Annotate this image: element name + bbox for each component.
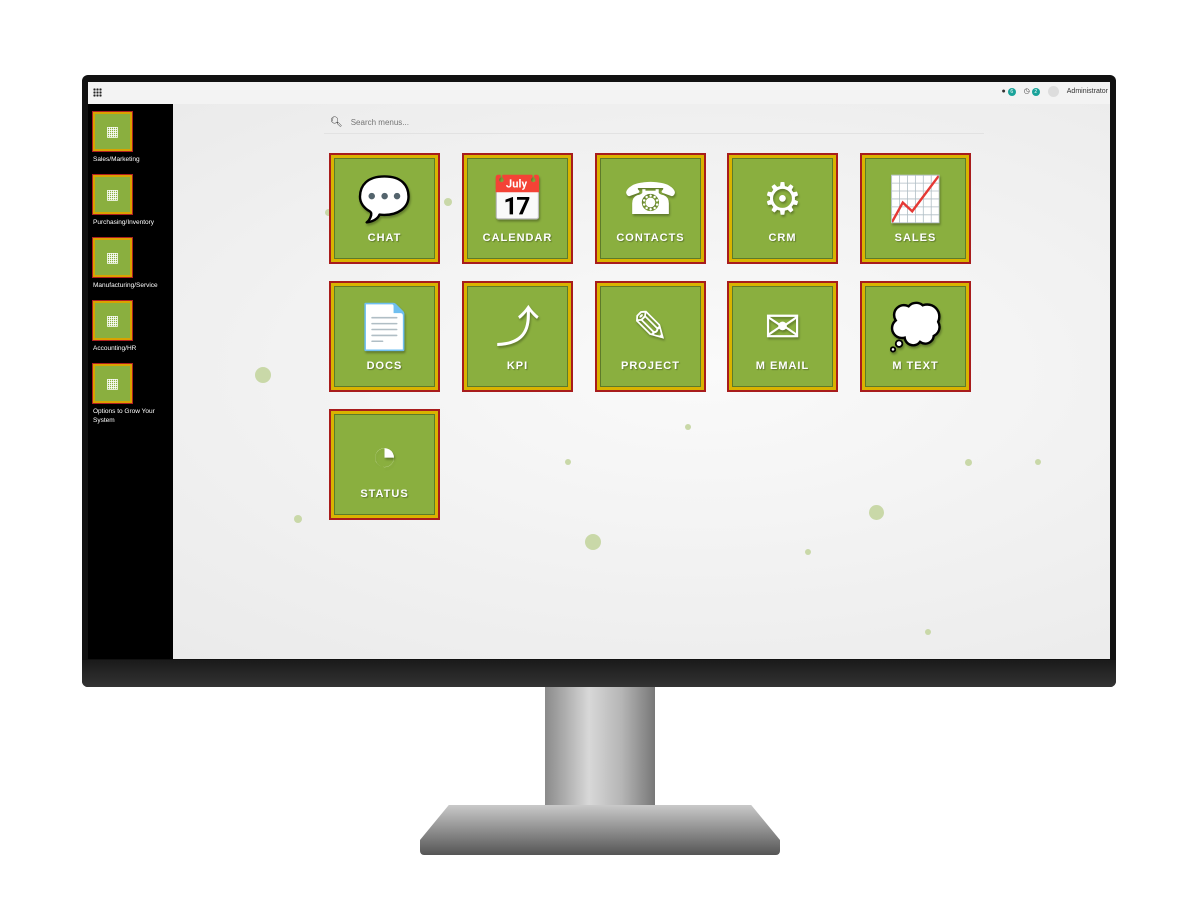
chat-icon: 💬 — [357, 174, 412, 224]
sidebar-item-label: Sales/Marketing — [93, 156, 140, 163]
tile-label: PROJECT — [621, 359, 680, 372]
sidebar-item[interactable]: ▦ Accounting/HR — [92, 300, 173, 353]
tile-project[interactable]: ✎ PROJECT — [595, 281, 706, 392]
tile-m-text[interactable]: 💭 M TEXT — [860, 281, 971, 392]
tile-label: CALENDAR — [482, 231, 553, 244]
sidebar-item-label: Accounting/HR — [93, 345, 137, 352]
sidebar-item[interactable]: ▦ Purchasing/Inventory — [92, 174, 173, 227]
tile-calendar[interactable]: 📅 CALENDAR — [462, 153, 573, 264]
tile-label: M TEXT — [892, 359, 939, 372]
tile-label: M EMAIL — [755, 359, 810, 372]
m-email-icon: ✉ — [764, 302, 801, 352]
background-dot — [1035, 459, 1041, 465]
sidebar-item[interactable]: ▦ Options to Grow Your System — [92, 363, 173, 425]
clipboard-icon: ▦ — [92, 174, 133, 215]
top-bar: ● 6 ◷ 2 Administrator — [88, 82, 1110, 104]
tile-contacts[interactable]: ☎ CONTACTS — [595, 153, 706, 264]
background-dot — [444, 198, 452, 206]
grid-icon[interactable] — [93, 88, 102, 97]
status-icon: ◔ — [371, 430, 398, 480]
background-dot — [964, 458, 972, 466]
chart-icon: ▦ — [92, 111, 133, 152]
sidebar-item-label: Purchasing/Inventory — [93, 219, 155, 226]
tile-crm[interactable]: ⚙ CRM — [727, 153, 838, 264]
org-chart-icon: ▦ — [92, 300, 133, 341]
tile-kpi[interactable]: ⤴ KPI — [462, 281, 573, 392]
tile-label: DOCS — [366, 359, 403, 372]
background-dot — [805, 549, 811, 555]
background-dot — [294, 515, 302, 523]
crm-icon: ⚙ — [762, 174, 803, 224]
plugin-icon: ▦ — [92, 363, 133, 404]
monitor-stand — [545, 687, 655, 817]
tile-chat[interactable]: 💬 CHAT — [329, 153, 440, 264]
tile-sales[interactable]: 📈 SALES — [860, 153, 971, 264]
background-dot — [925, 629, 931, 635]
tile-label: KPI — [506, 359, 529, 372]
tile-label: CHAT — [367, 231, 402, 244]
background-dot — [585, 534, 601, 550]
sales-icon: 📈 — [888, 174, 943, 224]
activity-notifications[interactable]: ◷ 2 — [1024, 87, 1040, 96]
tile-m-email[interactable]: ✉ M EMAIL — [727, 281, 838, 392]
tile-docs[interactable]: 📄 DOCS — [329, 281, 440, 392]
background-dot — [868, 504, 884, 520]
chat-notifications[interactable]: ● 6 — [1002, 87, 1016, 96]
monitor-chin — [82, 660, 1116, 687]
calendar-icon: 📅 — [490, 174, 545, 224]
contacts-icon: ☎ — [623, 174, 678, 224]
monitor-base — [420, 805, 780, 855]
background-dot — [685, 424, 691, 430]
background-dot — [565, 459, 571, 465]
screen: ● 6 ◷ 2 Administrator ▦ Sales/Marketing ▦ P… — [88, 82, 1110, 659]
project-icon: ✎ — [632, 302, 669, 352]
background-dot — [255, 367, 271, 383]
tile-status[interactable]: ◔ STATUS — [329, 409, 440, 520]
sidebar-item[interactable]: ▦ Manufacturing/Service — [92, 237, 173, 290]
tile-label: CRM — [768, 231, 797, 244]
tile-label: SALES — [894, 231, 937, 244]
sidebar-item[interactable]: ▦ Sales/Marketing — [92, 111, 173, 164]
sidebar: ▦ Sales/Marketing ▦ Purchasing/Inventory ▦ Ma… — [88, 104, 173, 659]
tile-label: CONTACTS — [616, 231, 685, 244]
sidebar-item-label: Options to Grow Your System — [93, 408, 155, 424]
search-input[interactable] — [350, 118, 461, 127]
kpi-icon: ⤴ — [495, 302, 540, 352]
search-bar: 🔍︎ — [324, 112, 984, 134]
gear-hands-icon: ▦ — [92, 237, 133, 278]
docs-icon: 📄 — [357, 302, 412, 352]
sidebar-item-label: Manufacturing/Service — [93, 282, 158, 289]
search-icon: 🔍︎ — [330, 117, 343, 128]
tile-label: STATUS — [360, 487, 409, 500]
m-text-icon: 💭 — [888, 302, 943, 352]
user-menu[interactable]: Administrator — [1067, 88, 1108, 95]
avatar[interactable] — [1047, 86, 1059, 97]
